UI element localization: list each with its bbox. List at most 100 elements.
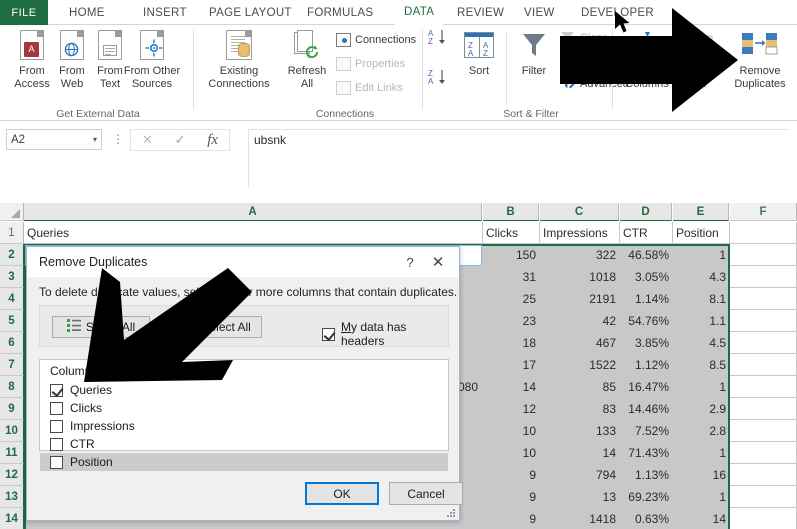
- cell-d10[interactable]: 7.52%: [620, 420, 673, 442]
- cell-c4[interactable]: 2191: [540, 288, 620, 310]
- cell-d7[interactable]: 1.12%: [620, 354, 673, 376]
- column-list-item-ctr[interactable]: CTR: [40, 435, 448, 453]
- cell-c2[interactable]: 322: [540, 244, 620, 266]
- cell-d6[interactable]: 3.85%: [620, 332, 673, 354]
- checkbox-clicks[interactable]: [50, 401, 63, 415]
- cell-d1[interactable]: CTR: [620, 222, 673, 244]
- cell-e10[interactable]: 2.8: [673, 420, 730, 442]
- checkbox-position[interactable]: [50, 455, 63, 469]
- cell-b11[interactable]: 10: [483, 442, 540, 464]
- cell-d13[interactable]: 69.23%: [620, 486, 673, 508]
- column-header-c[interactable]: C: [540, 203, 619, 221]
- column-list-item-queries[interactable]: Queries: [40, 381, 448, 399]
- tab-page-layout[interactable]: PAGE LAYOUT: [200, 0, 301, 25]
- cell-e9[interactable]: 2.9: [673, 398, 730, 420]
- cell-e7[interactable]: 8.5: [673, 354, 730, 376]
- column-list-item-impressions[interactable]: Impressions: [40, 417, 448, 435]
- cell-f5[interactable]: [730, 310, 797, 332]
- cell-c5[interactable]: 42: [540, 310, 620, 332]
- column-header-e[interactable]: E: [673, 203, 729, 221]
- cell-c10[interactable]: 133: [540, 420, 620, 442]
- cell-b6[interactable]: 18: [483, 332, 540, 354]
- cell-e12[interactable]: 16: [673, 464, 730, 486]
- cell-e1[interactable]: Position: [673, 222, 730, 244]
- cell-f13[interactable]: [730, 486, 797, 508]
- sort-descending-button[interactable]: Z A: [428, 69, 448, 87]
- tab-view[interactable]: VIEW: [515, 0, 564, 25]
- cell-c11[interactable]: 14: [540, 442, 620, 464]
- row-header-1[interactable]: 1: [0, 222, 24, 244]
- filter-button[interactable]: Filter: [510, 27, 558, 101]
- cell-e6[interactable]: 4.5: [673, 332, 730, 354]
- cell-a1[interactable]: Queries: [24, 222, 483, 244]
- row-header-2[interactable]: 2: [0, 244, 24, 266]
- cell-e4[interactable]: 8.1: [673, 288, 730, 310]
- from-other-sources-button[interactable]: From Other Sources: [114, 27, 190, 101]
- row-header-10[interactable]: 10: [0, 420, 24, 442]
- tab-developer[interactable]: DEVELOPER: [572, 0, 663, 25]
- row-header-6[interactable]: 6: [0, 332, 24, 354]
- cell-b5[interactable]: 23: [483, 310, 540, 332]
- tab-home[interactable]: HOME: [60, 0, 114, 25]
- cell-c14[interactable]: 1418: [540, 508, 620, 529]
- tab-formulas[interactable]: FORMULAS: [298, 0, 382, 25]
- cell-d4[interactable]: 1.14%: [620, 288, 673, 310]
- sort-button[interactable]: Z A A Z Sort: [456, 27, 502, 101]
- cell-c7[interactable]: 1522: [540, 354, 620, 376]
- cell-c9[interactable]: 83: [540, 398, 620, 420]
- column-header-f[interactable]: F: [730, 203, 797, 221]
- cell-d9[interactable]: 14.46%: [620, 398, 673, 420]
- my-data-has-headers-checkbox[interactable]: [322, 327, 335, 341]
- chevron-down-icon[interactable]: ▾: [93, 135, 97, 144]
- cell-d2[interactable]: 46.58%: [620, 244, 673, 266]
- unselect-all-button[interactable]: Unselect All: [158, 316, 262, 338]
- cell-d12[interactable]: 1.13%: [620, 464, 673, 486]
- row-header-8[interactable]: 8: [0, 376, 24, 398]
- cell-b12[interactable]: 9: [483, 464, 540, 486]
- cell-b13[interactable]: 9: [483, 486, 540, 508]
- cell-d5[interactable]: 54.76%: [620, 310, 673, 332]
- cell-d8[interactable]: 16.47%: [620, 376, 673, 398]
- cell-b4[interactable]: 25: [483, 288, 540, 310]
- row-header-9[interactable]: 9: [0, 398, 24, 420]
- checkbox-queries[interactable]: [50, 383, 63, 397]
- cell-c6[interactable]: 467: [540, 332, 620, 354]
- cell-c13[interactable]: 13: [540, 486, 620, 508]
- column-list-item-clicks[interactable]: Clicks: [40, 399, 448, 417]
- cell-b3[interactable]: 31: [483, 266, 540, 288]
- cell-c3[interactable]: 1018: [540, 266, 620, 288]
- cell-f8[interactable]: [730, 376, 797, 398]
- cancel-icon[interactable]: ✕: [142, 132, 153, 148]
- row-header-4[interactable]: 4: [0, 288, 24, 310]
- cell-e2[interactable]: 1: [673, 244, 730, 266]
- cell-f3[interactable]: [730, 266, 797, 288]
- column-header-b[interactable]: B: [483, 203, 539, 221]
- existing-connections-button[interactable]: Existing Connections: [206, 27, 272, 101]
- cell-c12[interactable]: 794: [540, 464, 620, 486]
- cancel-button[interactable]: Cancel: [389, 482, 463, 505]
- cell-c8[interactable]: 85: [540, 376, 620, 398]
- cell-e3[interactable]: 4.3: [673, 266, 730, 288]
- cell-b10[interactable]: 10: [483, 420, 540, 442]
- remove-duplicates-button[interactable]: Remove Duplicates: [728, 27, 792, 101]
- row-header-7[interactable]: 7: [0, 354, 24, 376]
- cell-f14[interactable]: [730, 508, 797, 529]
- cell-f12[interactable]: [730, 464, 797, 486]
- cell-e14[interactable]: 14: [673, 508, 730, 529]
- tab-review[interactable]: REVIEW: [448, 0, 513, 25]
- row-header-13[interactable]: 13: [0, 486, 24, 508]
- cell-b2[interactable]: 150: [483, 244, 540, 266]
- cell-f6[interactable]: [730, 332, 797, 354]
- sort-ascending-button[interactable]: A Z: [428, 29, 448, 47]
- fx-icon[interactable]: fx: [207, 132, 218, 149]
- ok-button[interactable]: OK: [305, 482, 379, 505]
- cell-e13[interactable]: 1: [673, 486, 730, 508]
- help-icon[interactable]: ?: [397, 255, 423, 270]
- tab-file[interactable]: FILE: [0, 0, 48, 25]
- cell-f4[interactable]: [730, 288, 797, 310]
- column-header-d[interactable]: D: [620, 203, 672, 221]
- tab-data[interactable]: DATA: [395, 0, 444, 25]
- cell-b7[interactable]: 17: [483, 354, 540, 376]
- cell-e11[interactable]: 1: [673, 442, 730, 464]
- connections-button[interactable]: Connections: [336, 31, 416, 49]
